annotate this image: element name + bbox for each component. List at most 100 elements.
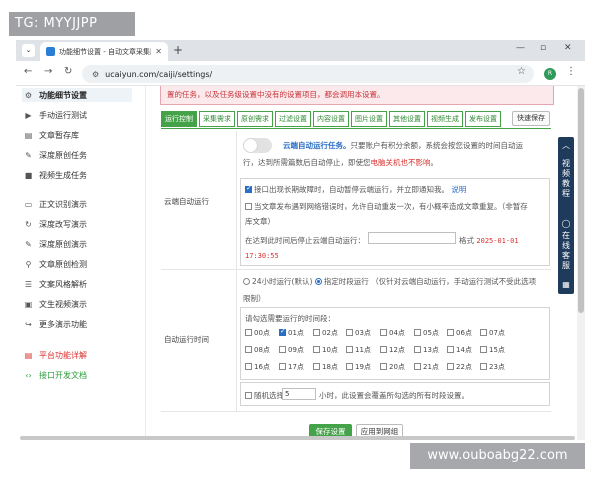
sidebar-item[interactable]: ⚙ 功能细节设置 xyxy=(22,88,132,102)
qrcode-icon[interactable]: ▦ xyxy=(561,280,571,290)
sidebar-item[interactable]: ▭ 正文识别演示 xyxy=(24,197,87,211)
hour-checkbox[interactable] xyxy=(279,363,286,370)
minimize-icon[interactable]: — xyxy=(516,43,525,53)
forward-icon[interactable]: → xyxy=(44,66,52,77)
hour-checkbox[interactable] xyxy=(279,346,286,353)
hour-option[interactable]: 12点 xyxy=(380,345,405,355)
hour-checkbox[interactable] xyxy=(414,363,421,370)
quick-save-button[interactable]: 快速保存 xyxy=(512,111,550,126)
maximize-icon[interactable]: ▫ xyxy=(540,43,546,53)
cloud-run-toggle[interactable] xyxy=(243,138,272,153)
tab-item[interactable]: 原创需求 xyxy=(237,111,273,127)
hour-checkbox[interactable] xyxy=(414,346,421,353)
tab-item[interactable]: 视频生成 xyxy=(427,111,463,127)
tab-search-button[interactable]: ⌄ xyxy=(22,44,35,57)
bookmark-star-icon[interactable]: ☆ xyxy=(517,66,526,77)
hour-option[interactable]: 08点 xyxy=(245,345,270,355)
browser-tab-active[interactable]: 功能细节设置 - 自动文章采集助手 ✕ xyxy=(40,42,168,61)
hour-checkbox[interactable] xyxy=(447,329,454,336)
hour-checkbox[interactable] xyxy=(447,363,454,370)
sidebar-item[interactable]: ☰ 文案风格解析 xyxy=(24,277,87,291)
sidebar-item[interactable]: ✎ 深度原创演示 xyxy=(24,237,87,251)
mode-24h-radio[interactable] xyxy=(243,278,250,285)
hour-checkbox[interactable] xyxy=(380,329,387,336)
hour-checkbox[interactable] xyxy=(346,329,353,336)
tab-item[interactable]: 其他设置 xyxy=(389,111,425,127)
sidebar-item[interactable]: ⚲ 文章原创检测 xyxy=(24,257,87,271)
hour-checkbox[interactable] xyxy=(245,346,252,353)
opt-pause-on-error-checkbox[interactable] xyxy=(245,184,252,193)
new-tab-button[interactable]: + xyxy=(173,42,183,59)
close-window-icon[interactable]: ✕ xyxy=(564,43,572,53)
hour-option[interactable]: 15点 xyxy=(480,345,505,355)
hour-option[interactable]: 20点 xyxy=(380,362,405,372)
sidebar-item[interactable]: ▶ 手动运行测试 xyxy=(24,108,87,122)
hour-option[interactable]: 22点 xyxy=(447,362,472,372)
video-tutorial-link[interactable]: 视频教程 xyxy=(561,159,571,199)
hour-option[interactable]: 19点 xyxy=(346,362,371,372)
hour-option[interactable]: 09点 xyxy=(279,345,304,355)
hour-option[interactable]: 07点 xyxy=(480,328,505,338)
hour-checkbox[interactable] xyxy=(480,329,487,336)
stop-time-input[interactable] xyxy=(368,232,456,244)
tab-item[interactable]: 发布设置 xyxy=(465,111,501,127)
random-hours-input[interactable]: 5 xyxy=(282,388,316,400)
online-service-link[interactable]: 在线客服 xyxy=(561,231,571,271)
hour-checkbox[interactable] xyxy=(480,346,487,353)
opt-pause-help-link[interactable]: 说明 xyxy=(451,185,466,194)
tab-item[interactable]: 运行控制 xyxy=(161,111,197,127)
sidebar-item[interactable]: ↻ 深度改写演示 xyxy=(24,217,87,231)
sidebar-item[interactable]: ↪ 更多演示功能 xyxy=(24,317,87,331)
tab-item[interactable]: 采集需求 xyxy=(199,111,235,127)
hour-option[interactable]: 13点 xyxy=(414,345,439,355)
hour-option[interactable]: 03点 xyxy=(346,328,371,338)
reload-icon[interactable]: ↻ xyxy=(64,66,72,77)
profile-avatar[interactable]: R xyxy=(544,68,556,80)
sidebar-item[interactable]: ▣ 文生视频演示 xyxy=(24,297,87,311)
hour-option[interactable]: 10点 xyxy=(313,345,338,355)
back-icon[interactable]: ← xyxy=(24,66,32,77)
hour-option[interactable]: 05点 xyxy=(414,328,439,338)
hour-option[interactable]: 02点 xyxy=(313,328,338,338)
hour-checkbox[interactable] xyxy=(346,363,353,370)
hour-option[interactable]: 01点 xyxy=(279,327,304,338)
hour-checkbox[interactable] xyxy=(380,363,387,370)
mode-timed-radio[interactable] xyxy=(314,278,322,285)
hour-option[interactable]: 21点 xyxy=(414,362,439,372)
hour-checkbox[interactable] xyxy=(313,329,320,336)
hour-checkbox[interactable] xyxy=(346,346,353,353)
hour-checkbox[interactable] xyxy=(313,346,320,353)
sidebar-item[interactable]: ▤ 平台功能详解 xyxy=(24,348,87,362)
browser-menu-icon[interactable]: ⋮ xyxy=(566,66,576,77)
float-up-icon[interactable]: ︿ xyxy=(561,141,571,151)
hour-option[interactable]: 00点 xyxy=(245,328,270,338)
floating-help-panel[interactable]: ︿ 视频教程 ◯ 在线客服 ▦ xyxy=(558,137,574,294)
hour-option[interactable]: 18点 xyxy=(313,362,338,372)
sidebar-item[interactable]: ▤ 文章暂存库 xyxy=(24,128,79,142)
random-select-checkbox[interactable] xyxy=(245,392,252,399)
sidebar-item[interactable]: ✎ 深度原创任务 xyxy=(24,148,87,162)
hour-option[interactable]: 11点 xyxy=(346,345,371,355)
hour-option[interactable]: 14点 xyxy=(447,345,472,355)
hour-checkbox[interactable] xyxy=(279,327,286,336)
url-input[interactable]: ⚙ ucaiyun.com/caiji/settings/ xyxy=(82,65,534,83)
hour-option[interactable]: 23点 xyxy=(480,362,505,372)
sidebar-item[interactable]: ■ 视频生成任务 xyxy=(24,168,87,182)
hour-checkbox[interactable] xyxy=(313,363,320,370)
tab-item[interactable]: 图片设置 xyxy=(351,111,387,127)
hour-checkbox[interactable] xyxy=(380,346,387,353)
scrollbar-thumb[interactable] xyxy=(578,88,584,313)
tab-item[interactable]: 过滤设置 xyxy=(275,111,311,127)
hour-checkbox[interactable] xyxy=(447,346,454,353)
hour-option[interactable]: 17点 xyxy=(279,362,304,372)
hour-option[interactable]: 16点 xyxy=(245,362,270,372)
tab-item[interactable]: 内容设置 xyxy=(313,111,349,127)
hour-option[interactable]: 04点 xyxy=(380,328,405,338)
tab-close-icon[interactable]: ✕ xyxy=(155,47,162,56)
site-info-icon[interactable]: ⚙ xyxy=(92,70,99,79)
hour-option[interactable]: 06点 xyxy=(447,328,472,338)
opt-retry-publish-checkbox[interactable] xyxy=(245,203,252,210)
hour-checkbox[interactable] xyxy=(245,363,252,370)
sidebar-item[interactable]: ‹› 接口开发文档 xyxy=(24,368,87,382)
hour-checkbox[interactable] xyxy=(480,363,487,370)
